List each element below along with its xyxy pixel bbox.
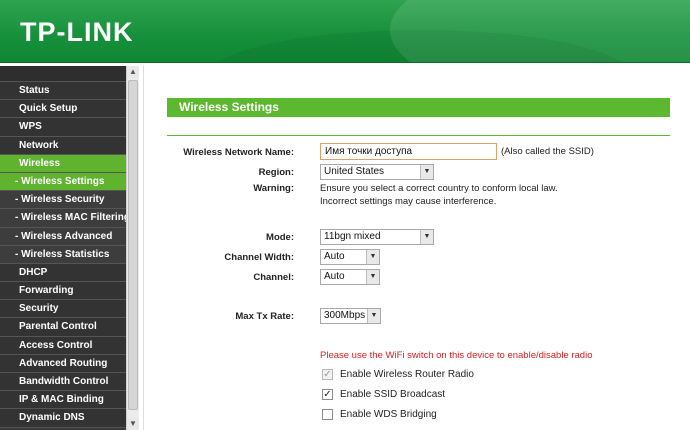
channel-width-select-value: Auto (324, 251, 345, 262)
sidebar-item-forwarding[interactable]: Forwarding (0, 282, 126, 301)
scroll-up-arrow-icon[interactable]: ▲ (127, 66, 139, 78)
chevron-down-icon: ▼ (366, 250, 379, 264)
max-tx-rate-select[interactable]: 300Mbps ▼ (320, 308, 381, 324)
region-label: Region: (258, 167, 294, 178)
main-content: Wireless Settings Wireless Network Name:… (143, 66, 690, 430)
scroll-down-arrow-icon[interactable]: ▼ (127, 418, 139, 430)
mode-label: Mode: (266, 232, 294, 243)
radio-switch-note: Please use the WiFi switch on this devic… (320, 350, 593, 361)
chevron-down-icon: ▼ (366, 270, 379, 284)
sidebar-scrollbar[interactable]: ▲ ▼ (126, 66, 139, 430)
ssid-hint: (Also called the SSID) (501, 146, 594, 157)
sidebar-item-wps[interactable]: WPS (0, 118, 126, 137)
chevron-down-icon: ▼ (420, 165, 433, 179)
chevron-down-icon: ▼ (367, 309, 380, 323)
region-select-value: United States (324, 166, 385, 177)
enable-radio-label: Enable Wireless Router Radio (340, 369, 474, 380)
sidebar-item-quick-setup[interactable]: Quick Setup (0, 100, 126, 119)
tp-link-logo: TP-LINK (20, 17, 134, 47)
region-select[interactable]: United States ▼ (320, 164, 434, 180)
sidebar-item-advanced-routing[interactable]: Advanced Routing (0, 354, 126, 373)
sidebar-item-ip-mac-binding[interactable]: IP & MAC Binding (0, 391, 126, 410)
warning-line-1: Ensure you select a correct country to c… (320, 183, 558, 194)
channel-select[interactable]: Auto ▼ (320, 269, 380, 285)
header-bar: TP-LINK (0, 0, 690, 63)
sidebar-item-access-control[interactable]: Access Control (0, 336, 126, 355)
warning-label: Warning: (253, 183, 294, 194)
sidebar-menu: Status Quick Setup WPS Network Wireless - Wir… (0, 66, 126, 428)
title-divider (167, 135, 670, 136)
enable-wds-bridging-checkbox[interactable] (322, 409, 333, 420)
sidebar-item-dynamic-dns[interactable]: Dynamic DNS (0, 409, 126, 428)
channel-width-label: Channel Width: (224, 252, 294, 263)
enable-wds-bridging-label: Enable WDS Bridging (340, 409, 437, 420)
sidebar-spacer (0, 66, 126, 82)
warning-line-2: Incorrect settings may cause interferenc… (320, 196, 497, 207)
ssid-input[interactable] (320, 143, 497, 160)
enable-ssid-broadcast-checkbox[interactable]: ✓ (322, 389, 333, 400)
channel-select-value: Auto (324, 271, 345, 282)
enable-ssid-broadcast-label: Enable SSID Broadcast (340, 389, 446, 400)
channel-label: Channel: (253, 272, 294, 283)
scroll-thumb[interactable] (128, 80, 138, 410)
mode-select-value: 11bgn mixed (324, 231, 381, 242)
sidebar-item-status[interactable]: Status (0, 82, 126, 101)
sidebar: Status Quick Setup WPS Network Wireless - Wir… (0, 66, 139, 430)
max-tx-rate-label: Max Tx Rate: (235, 311, 294, 322)
sidebar-item-wireless-mac-filtering[interactable]: - Wireless MAC Filtering (0, 209, 126, 228)
channel-width-select[interactable]: Auto ▼ (320, 249, 380, 265)
page-title: Wireless Settings (167, 98, 670, 117)
sidebar-item-bandwidth-control[interactable]: Bandwidth Control (0, 373, 126, 392)
max-tx-rate-select-value: 300Mbps (324, 310, 366, 321)
ssid-label: Wireless Network Name: (183, 147, 294, 158)
chevron-down-icon: ▼ (420, 230, 433, 244)
mode-select[interactable]: 11bgn mixed ▼ (320, 229, 434, 245)
enable-radio-checkbox[interactable]: ✓ (322, 369, 333, 380)
